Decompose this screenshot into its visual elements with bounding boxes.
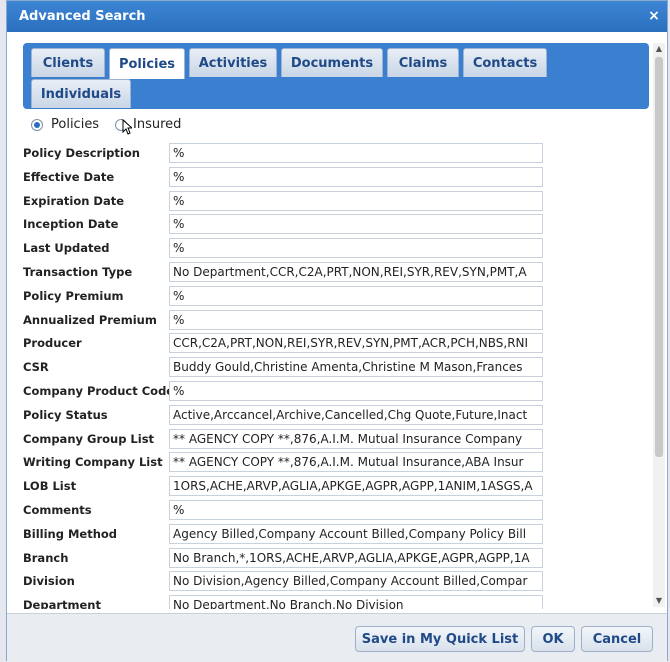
tab-strip: Clients Policies Activities Documents Cl… xyxy=(23,43,649,109)
form-row: Billing Method Agency Billed,Company Acco… xyxy=(7,523,607,546)
field-input[interactable]: No Department,CCR,C2A,PRT,NON,REI,SYR,RE… xyxy=(169,262,543,282)
form-row: Department No Department,No Branch,No Div… xyxy=(7,595,607,609)
close-icon[interactable]: × xyxy=(647,9,661,23)
dialog-titlebar: Advanced Search × xyxy=(7,1,667,32)
field-input[interactable]: CCR,C2A,PRT,NON,REI,SYR,REV,SYN,PMT,ACR,… xyxy=(169,333,543,354)
form-row: Writing Company List ** AGENCY COPY **,87… xyxy=(7,452,607,474)
form-row: Inception Date% xyxy=(7,214,607,236)
field-label: Inception Date xyxy=(23,217,119,232)
field-input[interactable]: % xyxy=(169,214,543,235)
field-input[interactable]: No Branch,*,1ORS,ACHE,ARVP,AGLIA,APKGE,A… xyxy=(169,547,543,568)
scroll-down-icon[interactable]: ▼ xyxy=(653,595,665,607)
dialog-footer: Save in My Quick List OK Cancel xyxy=(7,613,667,662)
field-input[interactable]: No Division,Agency Billed,Company Accoun… xyxy=(169,571,543,592)
form-row: Company Product Code% xyxy=(7,381,607,403)
form-row: Annualized Premium% xyxy=(7,309,607,332)
field-input[interactable]: % xyxy=(169,143,543,163)
radio-insured-label: Insured xyxy=(133,117,182,132)
field-label: Division xyxy=(23,574,75,589)
form-row: Division No Division,Agency Billed,Compan… xyxy=(7,571,607,593)
field-input[interactable]: % xyxy=(169,500,543,520)
form-row: Policy Premium% xyxy=(7,285,607,308)
field-label: Policy Description xyxy=(23,146,140,160)
form-row: CSR Buddy Gould,Christine Amenta,Christin… xyxy=(7,357,607,379)
form-row: Company Group List ** AGENCY COPY **,876,… xyxy=(7,428,607,451)
field-label: Policy Premium xyxy=(23,288,124,303)
save-quick-list-button[interactable]: Save in My Quick List xyxy=(355,626,525,652)
tab-individuals[interactable]: Individuals xyxy=(31,79,131,108)
form-row: Policy Description% xyxy=(7,143,607,165)
advanced-search-dialog: Advanced Search × Clients Policies Activ… xyxy=(6,0,668,662)
field-input[interactable]: 1ORS,ACHE,ARVP,AGLIA,APKGE,AGPR,AGPP,1AN… xyxy=(169,476,543,497)
radio-policies-label: Policies xyxy=(51,117,100,132)
ok-button[interactable]: OK xyxy=(531,626,575,652)
field-label: Department xyxy=(23,598,101,609)
form-scrollbar[interactable]: ▲ ▼ xyxy=(653,43,665,607)
field-label: CSR xyxy=(23,360,49,375)
tab-clients[interactable]: Clients xyxy=(31,48,105,77)
form-row: Expiration Date% xyxy=(7,190,607,213)
cancel-button[interactable]: Cancel xyxy=(581,626,653,652)
form-row: Comments% xyxy=(7,500,607,522)
field-input[interactable]: % xyxy=(169,166,543,187)
scroll-thumb[interactable] xyxy=(655,57,663,457)
field-label: Annualized Premium xyxy=(23,312,157,327)
form-row: Producer CCR,C2A,PRT,NON,REI,SYR,REV,SYN,… xyxy=(7,333,607,355)
field-input[interactable]: % xyxy=(169,285,543,306)
search-criteria-form: Policy Description% Effective Date% Expira… xyxy=(7,139,657,609)
tab-documents[interactable]: Documents xyxy=(281,48,383,77)
field-input[interactable]: ** AGENCY COPY **,876,A.I.M. Mutual Insu… xyxy=(169,452,543,473)
field-label: Billing Method xyxy=(23,526,118,541)
form-row: Branch No Branch,*,1ORS,ACHE,ARVP,AGLIA,A… xyxy=(7,547,607,570)
dialog-title: Advanced Search xyxy=(19,9,146,24)
field-input[interactable]: ** AGENCY COPY **,876,A.I.M. Mutual Insu… xyxy=(169,428,543,449)
field-label: Writing Company List xyxy=(23,455,163,470)
field-input[interactable]: % xyxy=(169,309,543,330)
form-row: Policy Status Active,Arccancel,Archive,Ca… xyxy=(7,404,607,427)
radio-policies[interactable] xyxy=(31,119,43,131)
field-input[interactable]: % xyxy=(169,238,543,259)
form-row: Transaction Type No Department,CCR,C2A,PR… xyxy=(7,262,607,284)
field-label: Comments xyxy=(23,503,92,517)
form-row: LOB List 1ORS,ACHE,ARVP,AGLIA,APKGE,AGPR,… xyxy=(7,476,607,498)
tab-contacts[interactable]: Contacts xyxy=(463,48,547,77)
mouse-cursor-icon xyxy=(122,119,132,135)
field-input[interactable]: Agency Billed,Company Account Billed,Com… xyxy=(169,523,543,544)
field-input[interactable]: Buddy Gould,Christine Amenta,Christine M… xyxy=(169,357,543,378)
field-label: Effective Date xyxy=(23,169,115,184)
field-label: LOB List xyxy=(23,479,77,494)
scroll-up-icon[interactable]: ▲ xyxy=(653,43,665,55)
tab-policies[interactable]: Policies xyxy=(109,48,185,79)
field-label: Branch xyxy=(23,550,69,565)
field-input[interactable]: % xyxy=(169,190,543,211)
field-label: Expiration Date xyxy=(23,193,125,208)
field-input[interactable]: Active,Arccancel,Archive,Cancelled,Chg Q… xyxy=(169,404,543,425)
field-label: Policy Status xyxy=(23,407,108,422)
form-row: Last Updated% xyxy=(7,238,607,260)
field-input[interactable]: % xyxy=(169,381,543,401)
field-label: Company Group List xyxy=(23,431,155,446)
form-row: Effective Date% xyxy=(7,166,607,189)
field-label: Company Product Code xyxy=(23,384,175,398)
field-label: Last Updated xyxy=(23,241,110,256)
field-label: Producer xyxy=(23,336,82,351)
field-input[interactable]: No Department,No Branch,No Division xyxy=(169,595,543,609)
field-label: Transaction Type xyxy=(23,265,133,279)
tab-claims[interactable]: Claims xyxy=(387,48,459,77)
tab-activities[interactable]: Activities xyxy=(189,48,277,77)
